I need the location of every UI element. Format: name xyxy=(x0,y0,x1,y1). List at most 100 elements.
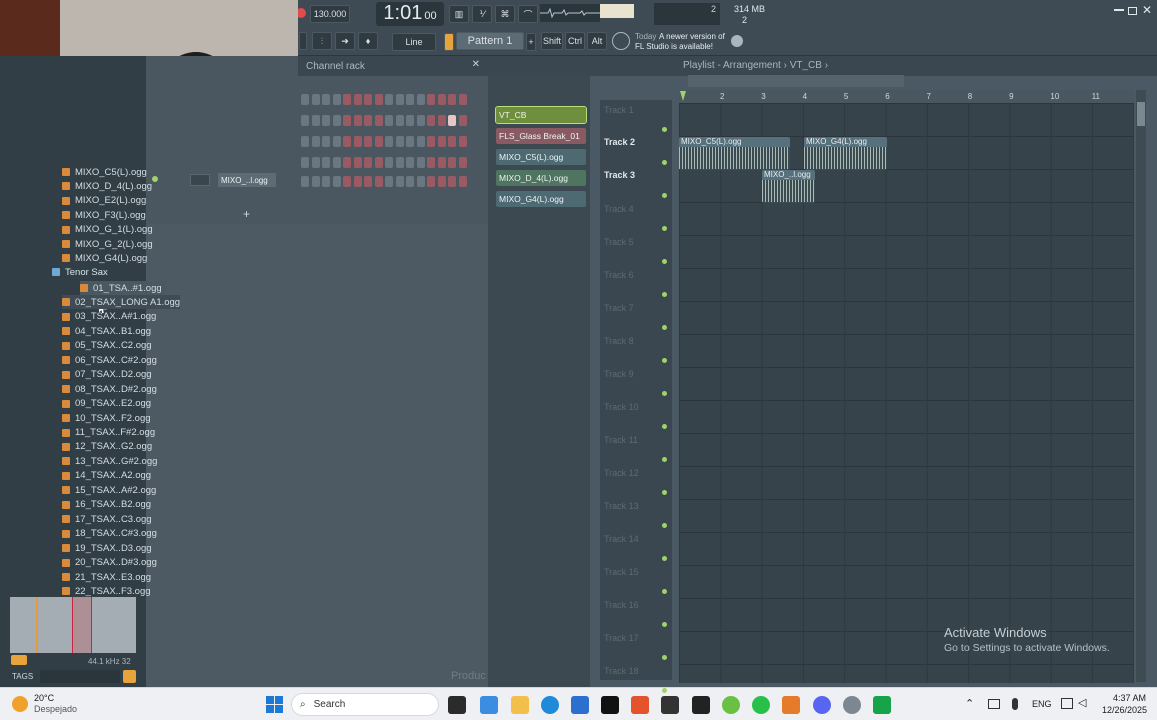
step-button[interactable] xyxy=(427,176,435,187)
step-button[interactable] xyxy=(311,157,320,168)
step-button[interactable] xyxy=(332,94,341,105)
step-button[interactable] xyxy=(406,136,414,147)
browser-file-item[interactable]: 19_TSAX..D3.ogg xyxy=(62,541,152,555)
browser-file-item[interactable]: 21_TSAX..E3.ogg xyxy=(62,570,151,584)
track-name[interactable]: Track 6 xyxy=(604,270,634,280)
step-button[interactable] xyxy=(448,115,456,126)
channel-button[interactable]: MIXO_..l.ogg xyxy=(218,173,276,187)
browser-file-item[interactable]: 20_TSAX..D#3.ogg xyxy=(62,556,157,570)
app-icon[interactable] xyxy=(692,696,710,714)
step-button[interactable] xyxy=(427,136,435,147)
step-button[interactable] xyxy=(332,115,341,126)
browser-file-item[interactable]: 07_TSAX..D2.ogg xyxy=(62,368,152,382)
step-button[interactable] xyxy=(364,157,372,168)
chat-icon[interactable] xyxy=(722,696,740,714)
step-button[interactable] xyxy=(364,94,372,105)
playlist-scrollbar[interactable] xyxy=(688,75,904,87)
pattern-item[interactable]: FLS_Glass Break_01 xyxy=(496,128,586,144)
track-name[interactable]: Track 14 xyxy=(604,534,639,544)
copilot-icon[interactable] xyxy=(480,696,498,714)
step-button[interactable] xyxy=(353,157,362,168)
step-button[interactable] xyxy=(364,136,372,147)
vertical-scrollbar[interactable] xyxy=(1136,90,1146,682)
browser-file-item[interactable]: MIXO_D_4(L).ogg xyxy=(62,179,152,193)
step-button[interactable] xyxy=(311,176,320,187)
step-button[interactable] xyxy=(416,176,425,187)
task-view-icon[interactable] xyxy=(448,696,466,714)
browser-file-item[interactable]: 16_TSAX..B2.ogg xyxy=(62,498,151,512)
track-mute-led[interactable] xyxy=(662,292,667,297)
step-button[interactable] xyxy=(416,115,425,126)
track-mute-led[interactable] xyxy=(662,127,667,132)
clock-time[interactable]: 4:37 AM xyxy=(1113,693,1146,703)
step-button[interactable] xyxy=(416,94,425,105)
step-button[interactable] xyxy=(437,157,446,168)
weather-desc[interactable]: Despejado xyxy=(34,704,77,714)
step-button[interactable] xyxy=(437,136,446,147)
browser-file-item[interactable]: 22_TSAX..F3.ogg xyxy=(62,584,151,598)
track-name[interactable]: Track 7 xyxy=(604,303,634,313)
step-button[interactable] xyxy=(385,115,393,126)
step-button[interactable] xyxy=(448,176,456,187)
folder-tenor-sax[interactable]: Tenor Sax xyxy=(52,265,108,279)
step-button[interactable] xyxy=(385,157,393,168)
metronome-icon[interactable]: ⅟ xyxy=(472,5,492,23)
track-mute-led[interactable] xyxy=(662,226,667,231)
start-icon[interactable] xyxy=(266,696,283,713)
tiktok-icon[interactable] xyxy=(601,696,619,714)
step-button[interactable] xyxy=(322,136,330,147)
step-button[interactable] xyxy=(301,136,309,147)
microphone-icon[interactable]: ♦ xyxy=(358,32,378,50)
track-name[interactable]: Track 9 xyxy=(604,369,634,379)
alt-button[interactable]: Alt xyxy=(587,32,607,50)
step-button[interactable] xyxy=(322,176,330,187)
track-mute-led[interactable] xyxy=(662,490,667,495)
track-mute-led[interactable] xyxy=(662,160,667,165)
sample-preview[interactable] xyxy=(10,597,136,653)
track-name[interactable]: Track 3 xyxy=(604,170,635,180)
step-button[interactable] xyxy=(416,157,425,168)
timeline-ruler[interactable] xyxy=(679,90,1134,103)
step-button[interactable] xyxy=(301,157,309,168)
step-button[interactable] xyxy=(458,157,467,168)
browser-file-item[interactable]: 04_TSAX..B1.ogg xyxy=(62,324,151,338)
step-button[interactable] xyxy=(437,94,446,105)
step-button[interactable] xyxy=(406,176,414,187)
step-button[interactable] xyxy=(322,157,330,168)
step-button[interactable] xyxy=(311,94,320,105)
track-name[interactable]: Track 11 xyxy=(604,435,638,445)
close-icon[interactable]: ✕ xyxy=(1142,3,1152,17)
step-button[interactable] xyxy=(353,176,362,187)
step-button[interactable] xyxy=(395,176,404,187)
step-button[interactable] xyxy=(332,157,341,168)
clip-mixo-c5[interactable]: MIXO_C5(L).ogg xyxy=(679,137,790,170)
pattern-item[interactable]: VT_CB xyxy=(495,106,587,124)
step-button[interactable] xyxy=(427,94,435,105)
channel-mixer-track[interactable] xyxy=(190,174,210,186)
browser-file-item[interactable]: 06_TSAX..C#2.ogg xyxy=(62,353,157,367)
step-button[interactable] xyxy=(374,115,383,126)
edge-icon[interactable] xyxy=(541,696,559,714)
discord-icon[interactable] xyxy=(813,696,831,714)
track-name[interactable]: Track 17 xyxy=(604,633,639,643)
step-button[interactable] xyxy=(332,176,341,187)
browser-file-item[interactable]: 05_TSAX..C2.ogg xyxy=(62,339,152,353)
weather-icon[interactable] xyxy=(12,696,28,712)
brave-icon[interactable] xyxy=(631,696,649,714)
step-button[interactable] xyxy=(458,136,467,147)
mixer-icon[interactable]: ⫶ xyxy=(312,32,332,50)
step-button[interactable] xyxy=(458,94,467,105)
browser-file-item[interactable]: 03_TSAX..A#1.ogg xyxy=(62,310,156,324)
step-button[interactable] xyxy=(322,115,330,126)
maximize-icon[interactable] xyxy=(1128,7,1137,15)
globe-icon[interactable] xyxy=(731,35,743,47)
step-button[interactable] xyxy=(395,94,404,105)
step-button[interactable] xyxy=(374,176,383,187)
microphone-icon[interactable] xyxy=(1012,698,1018,710)
arrow-icon[interactable]: ➜ xyxy=(335,32,355,50)
step-button[interactable] xyxy=(353,94,362,105)
track-mute-led[interactable] xyxy=(662,424,667,429)
menu-icon[interactable] xyxy=(299,32,307,50)
step-button[interactable] xyxy=(395,157,404,168)
pattern-selector[interactable]: Pattern 1 xyxy=(456,32,524,50)
